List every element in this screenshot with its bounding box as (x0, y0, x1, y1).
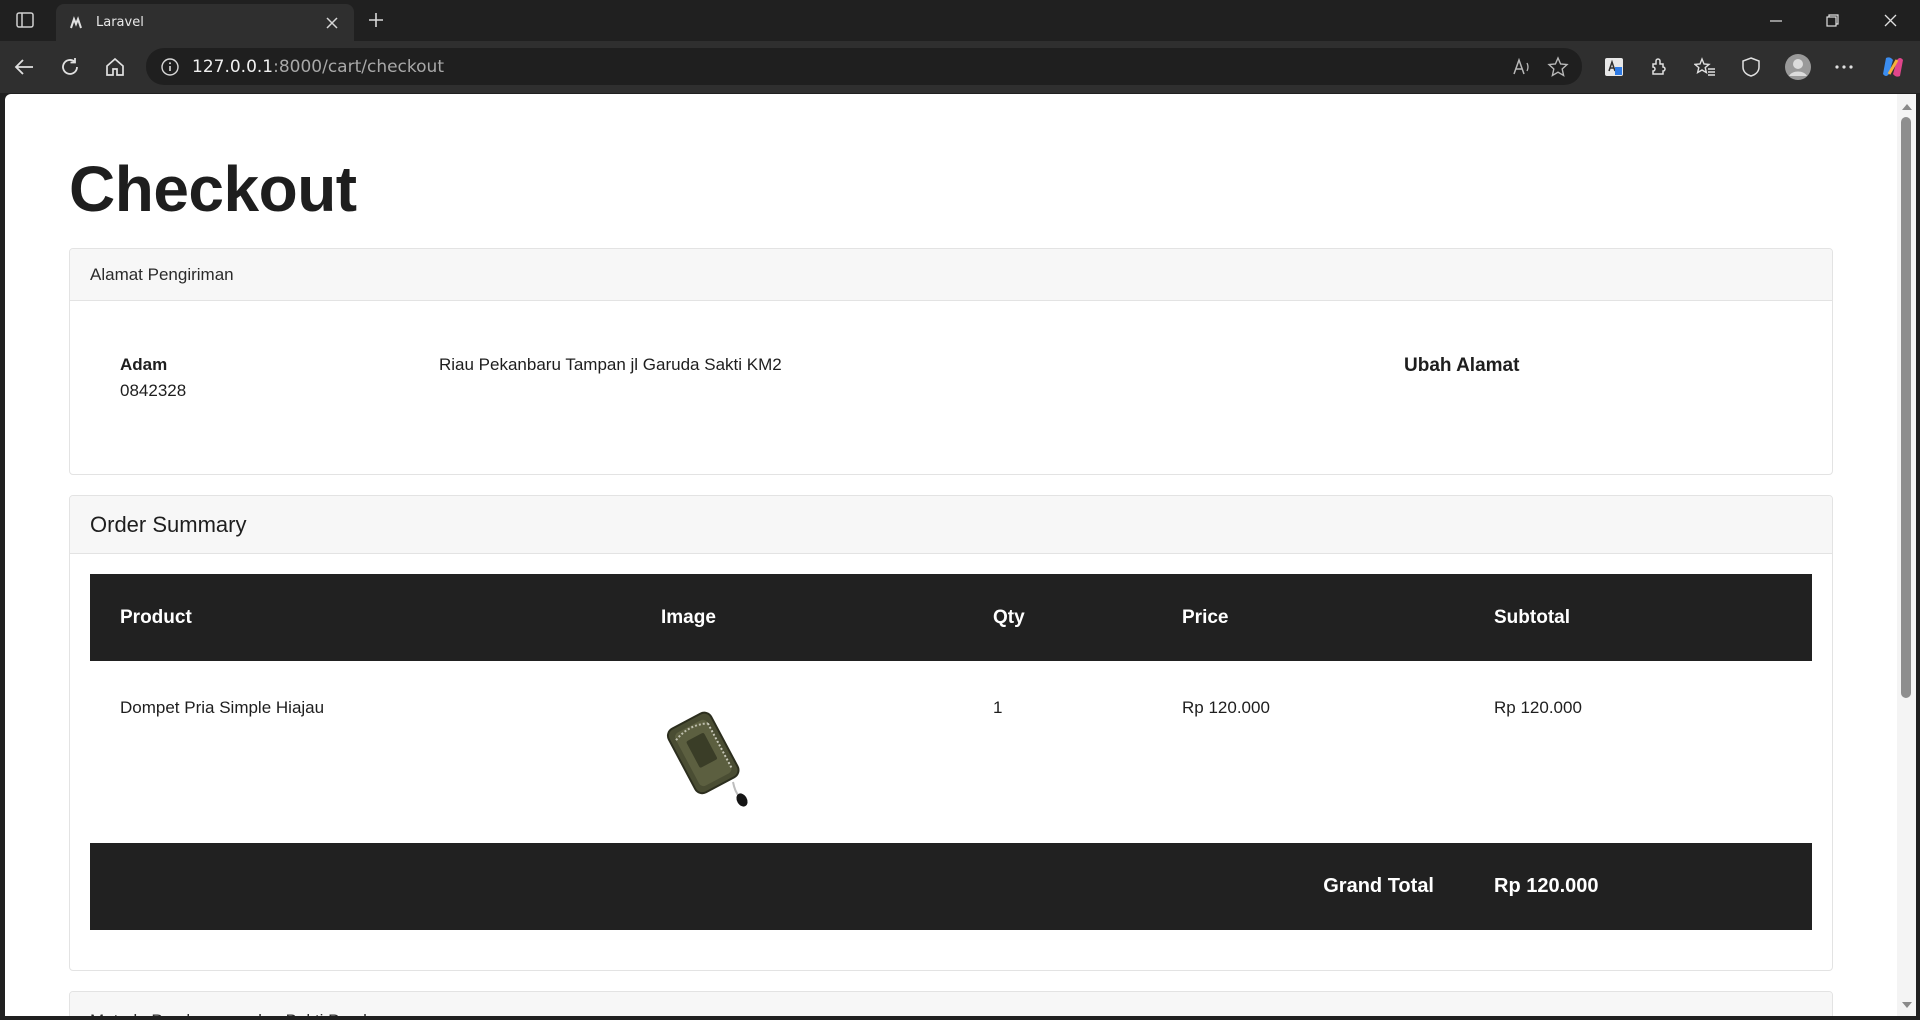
product-subtotal: Rp 120.000 (1494, 698, 1582, 717)
url-host: 127.0.0.1 (192, 56, 274, 77)
restore-icon[interactable] (1804, 0, 1860, 41)
scrollbar-thumb[interactable] (1901, 117, 1911, 698)
grand-total-label: Grand Total (1323, 875, 1434, 897)
site-info-icon[interactable] (160, 57, 180, 77)
shipping-address-header: Alamat Pengiriman (70, 249, 1832, 301)
browser-essentials-icon[interactable] (1735, 51, 1767, 83)
url-path: :8000/cart/checkout (273, 56, 444, 77)
browser-titlebar: Laravel (0, 0, 1920, 41)
payment-method-card: Metode Pembayaran dan Bukti Pembayaran (69, 991, 1833, 1016)
shipping-address-card: Alamat Pengiriman Adam 0842328 Riau Peka… (69, 248, 1833, 475)
grand-total-value: Rp 120.000 (1494, 875, 1599, 897)
change-address-link[interactable]: Ubah Alamat (1404, 355, 1519, 377)
browser-toolbar: 127.0.0.1:8000/cart/checkout (0, 41, 1920, 93)
page-title: Checkout (69, 153, 357, 225)
address-bar[interactable]: 127.0.0.1:8000/cart/checkout (146, 48, 1582, 85)
favorites-icon[interactable] (1689, 51, 1721, 83)
scroll-down-arrow-icon[interactable] (1902, 1002, 1912, 1008)
shipping-address-text: Riau Pekanbaru Tampan jl Garuda Sakti KM… (439, 355, 782, 374)
recipient-phone: 0842328 (120, 381, 187, 400)
column-header-price: Price (1182, 606, 1229, 628)
profile-avatar-icon[interactable] (1782, 51, 1814, 83)
laravel-favicon-icon (68, 15, 84, 31)
refresh-icon[interactable] (54, 51, 86, 83)
product-qty: 1 (993, 698, 1003, 717)
column-header-image: Image (661, 606, 716, 628)
order-table-header-row: Product Image Qty Price Subtotal (90, 574, 1812, 661)
wallet-product-image (666, 711, 748, 807)
column-header-product: Product (120, 606, 192, 628)
page-scrollbar[interactable] (1897, 94, 1916, 1016)
order-summary-header: Order Summary (70, 496, 1832, 554)
grand-total-row: Grand Total Rp 120.000 (90, 843, 1812, 930)
scroll-up-arrow-icon[interactable] (1902, 104, 1912, 110)
tab-title: Laravel (96, 15, 144, 30)
close-tab-icon[interactable] (322, 13, 342, 33)
order-summary-card: Order Summary Product Image Qty Price Su… (69, 495, 1833, 971)
page-viewport: Checkout Alamat Pengiriman Adam 0842328 … (5, 94, 1897, 1016)
home-icon[interactable] (99, 51, 131, 83)
back-icon[interactable] (8, 51, 40, 83)
table-row: Dompet Pria Simple Hiajau 1 Rp 120.000 R… (90, 661, 1812, 843)
new-tab-icon[interactable] (362, 8, 390, 32)
minimize-icon[interactable] (1748, 0, 1804, 41)
more-options-icon[interactable] (1828, 51, 1860, 83)
browser-tab[interactable]: Laravel (56, 4, 354, 41)
copilot-icon[interactable] (1877, 51, 1909, 83)
extensions-icon[interactable] (1643, 51, 1675, 83)
column-header-subtotal: Subtotal (1494, 606, 1570, 628)
read-aloud-icon[interactable] (1510, 55, 1534, 79)
close-window-icon[interactable] (1862, 0, 1918, 41)
product-name: Dompet Pria Simple Hiajau (120, 698, 325, 717)
translate-icon[interactable] (1598, 51, 1630, 83)
order-table: Product Image Qty Price Subtotal Dompet … (90, 574, 1812, 930)
payment-method-header: Metode Pembayaran dan Bukti Pembayaran (70, 992, 1832, 1016)
favorite-star-icon[interactable] (1546, 55, 1570, 79)
product-price: Rp 120.000 (1182, 698, 1270, 717)
recipient-name: Adam (120, 355, 168, 374)
column-header-qty: Qty (993, 606, 1025, 628)
product-image-cell (631, 661, 963, 843)
tab-actions-icon[interactable] (10, 8, 40, 32)
